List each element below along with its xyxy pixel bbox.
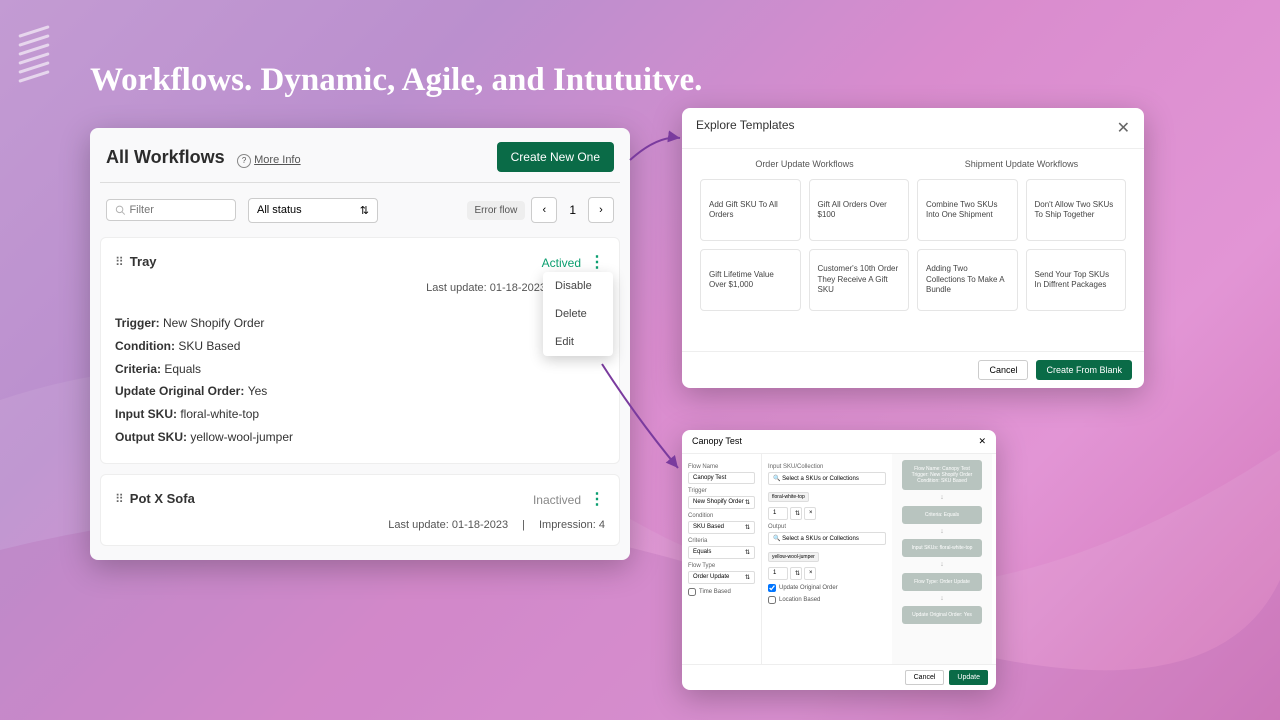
trigger-select[interactable]: New Shopify Order⇅ bbox=[688, 496, 755, 509]
action-menu: Disable Delete Edit bbox=[543, 272, 613, 356]
template-card[interactable]: Gift All Orders Over $100 bbox=[809, 179, 910, 241]
flow-node: Flow Name: Canopy Test Trigger: New Shop… bbox=[902, 460, 982, 490]
workflows-title: All Workflows bbox=[106, 147, 225, 167]
editor-title: Canopy Test bbox=[692, 436, 742, 447]
create-from-blank-button[interactable]: Create From Blank bbox=[1036, 360, 1132, 380]
kebab-icon[interactable]: ⋮ bbox=[589, 491, 605, 508]
close-icon[interactable]: ✕ bbox=[978, 436, 986, 447]
cancel-button[interactable]: Cancel bbox=[978, 360, 1028, 380]
templates-title: Explore Templates bbox=[696, 118, 795, 138]
remove-tag[interactable]: × bbox=[804, 507, 816, 520]
update-button[interactable]: Update bbox=[949, 670, 988, 685]
qty-up[interactable]: ⇅ bbox=[790, 507, 802, 520]
filter-input[interactable] bbox=[129, 204, 227, 216]
sku-tag[interactable]: yellow-wool-jumper bbox=[768, 552, 819, 562]
create-new-button[interactable]: Create New One bbox=[497, 142, 614, 172]
update-orig-checkbox[interactable]: Update Original Order bbox=[768, 584, 886, 592]
cancel-button[interactable]: Cancel bbox=[905, 670, 945, 685]
output-search-input[interactable]: 🔍 Select a SKUs or Collections bbox=[768, 532, 886, 545]
last-update: Last update: 01-18-2023 bbox=[426, 282, 546, 294]
status-select[interactable]: All status⇅ bbox=[248, 198, 378, 223]
kebab-icon[interactable]: ⋮ bbox=[589, 254, 605, 271]
label-flow-name: Flow Name bbox=[688, 464, 755, 470]
template-card[interactable]: Send Your Top SKUs In Diffrent Packages bbox=[1026, 249, 1127, 311]
template-card[interactable]: Add Gift SKU To All Orders bbox=[700, 179, 801, 241]
flow-diagram: Flow Name: Canopy Test Trigger: New Shop… bbox=[892, 454, 992, 664]
impression: Impression: 4 bbox=[539, 519, 605, 531]
label-condition: Condition bbox=[688, 513, 755, 519]
drag-icon[interactable]: ⠿ bbox=[115, 492, 122, 506]
time-based-checkbox[interactable]: Time Based bbox=[688, 588, 755, 596]
more-info-link[interactable]: More Info bbox=[237, 154, 300, 166]
workflow-name: Pot X Sofa bbox=[130, 491, 195, 506]
template-card[interactable]: Don't Allow Two SKUs To Ship Together bbox=[1026, 179, 1127, 241]
editor-panel: Canopy Test ✕ Flow Name Canopy Test Trig… bbox=[682, 430, 996, 690]
flow-node: Flow Type: Order Update bbox=[902, 573, 982, 591]
criteria-select[interactable]: Equals⇅ bbox=[688, 546, 755, 559]
decorative-lines bbox=[18, 30, 50, 84]
col-title-shipment: Shipment Update Workflows bbox=[913, 159, 1130, 169]
template-card[interactable]: Adding Two Collections To Make A Bundle bbox=[917, 249, 1018, 311]
workflows-panel: All Workflows More Info Create New One A… bbox=[90, 128, 630, 560]
workflow-item: ⠿Tray Actived⋮ Last update: 01-18-2023 |… bbox=[100, 237, 620, 464]
filter-input-wrap[interactable] bbox=[106, 199, 236, 221]
condition-select[interactable]: SKU Based⇅ bbox=[688, 521, 755, 534]
template-card[interactable]: Combine Two SKUs Into One Shipment bbox=[917, 179, 1018, 241]
template-card[interactable]: Gift Lifetime Value Over $1,000 bbox=[700, 249, 801, 311]
location-based-checkbox[interactable]: Location Based bbox=[768, 596, 886, 604]
pager-next-button[interactable]: › bbox=[588, 197, 614, 223]
menu-edit[interactable]: Edit bbox=[543, 328, 613, 356]
drag-icon[interactable]: ⠿ bbox=[115, 255, 122, 269]
qty-input[interactable]: 1 bbox=[768, 507, 788, 520]
label-flow-type: Flow Type bbox=[688, 563, 755, 569]
label-criteria: Criteria bbox=[688, 538, 755, 544]
menu-delete[interactable]: Delete bbox=[543, 300, 613, 328]
flow-node: Input SKUs: floral-white-top bbox=[902, 539, 982, 557]
last-update: Last update: 01-18-2023 bbox=[388, 519, 508, 531]
remove-tag[interactable]: × bbox=[804, 567, 816, 580]
menu-disable[interactable]: Disable bbox=[543, 272, 613, 300]
template-card[interactable]: Customer's 10th Order They Receive A Gif… bbox=[809, 249, 910, 311]
label-input-sku: Input SKU/Collection bbox=[768, 464, 886, 470]
close-icon[interactable]: ✕ bbox=[1117, 118, 1130, 138]
workflow-details: Trigger: New Shopify Order Condition: SK… bbox=[115, 312, 605, 449]
chevron-updown-icon: ⇅ bbox=[360, 204, 369, 217]
divider-pipe: | bbox=[522, 519, 525, 531]
workflow-name: Tray bbox=[130, 254, 157, 269]
page-heading: Workflows. Dynamic, Agile, and Intutuitv… bbox=[90, 62, 702, 99]
label-trigger: Trigger bbox=[688, 488, 755, 494]
workflow-item: ⠿ Pot X Sofa Inactived ⋮ Last update: 01-1… bbox=[100, 474, 620, 546]
label-output: Output bbox=[768, 524, 886, 530]
search-icon bbox=[115, 204, 125, 216]
sku-tag[interactable]: floral-white-top bbox=[768, 492, 809, 502]
connector-arrow-icon bbox=[628, 130, 688, 170]
flow-node: Criteria: Equals bbox=[902, 506, 982, 524]
flow-type-select[interactable]: Order Update⇅ bbox=[688, 571, 755, 584]
flow-name-input[interactable]: Canopy Test bbox=[688, 472, 755, 484]
error-flow-badge[interactable]: Error flow bbox=[467, 201, 526, 220]
sku-search-input[interactable]: 🔍 Select a SKUs or Collections bbox=[768, 472, 886, 485]
status-actived: Actived bbox=[542, 256, 581, 270]
templates-modal: Explore Templates ✕ Order Update Workflo… bbox=[682, 108, 1144, 388]
col-title-order: Order Update Workflows bbox=[696, 159, 913, 169]
pager-prev-button[interactable]: ‹ bbox=[531, 197, 557, 223]
status-inactived: Inactived bbox=[533, 493, 581, 507]
flow-node: Update Original Order: Yes bbox=[902, 606, 982, 624]
qty-up[interactable]: ⇅ bbox=[790, 567, 802, 580]
qty-input[interactable]: 1 bbox=[768, 567, 788, 580]
pager-number: 1 bbox=[563, 203, 582, 217]
